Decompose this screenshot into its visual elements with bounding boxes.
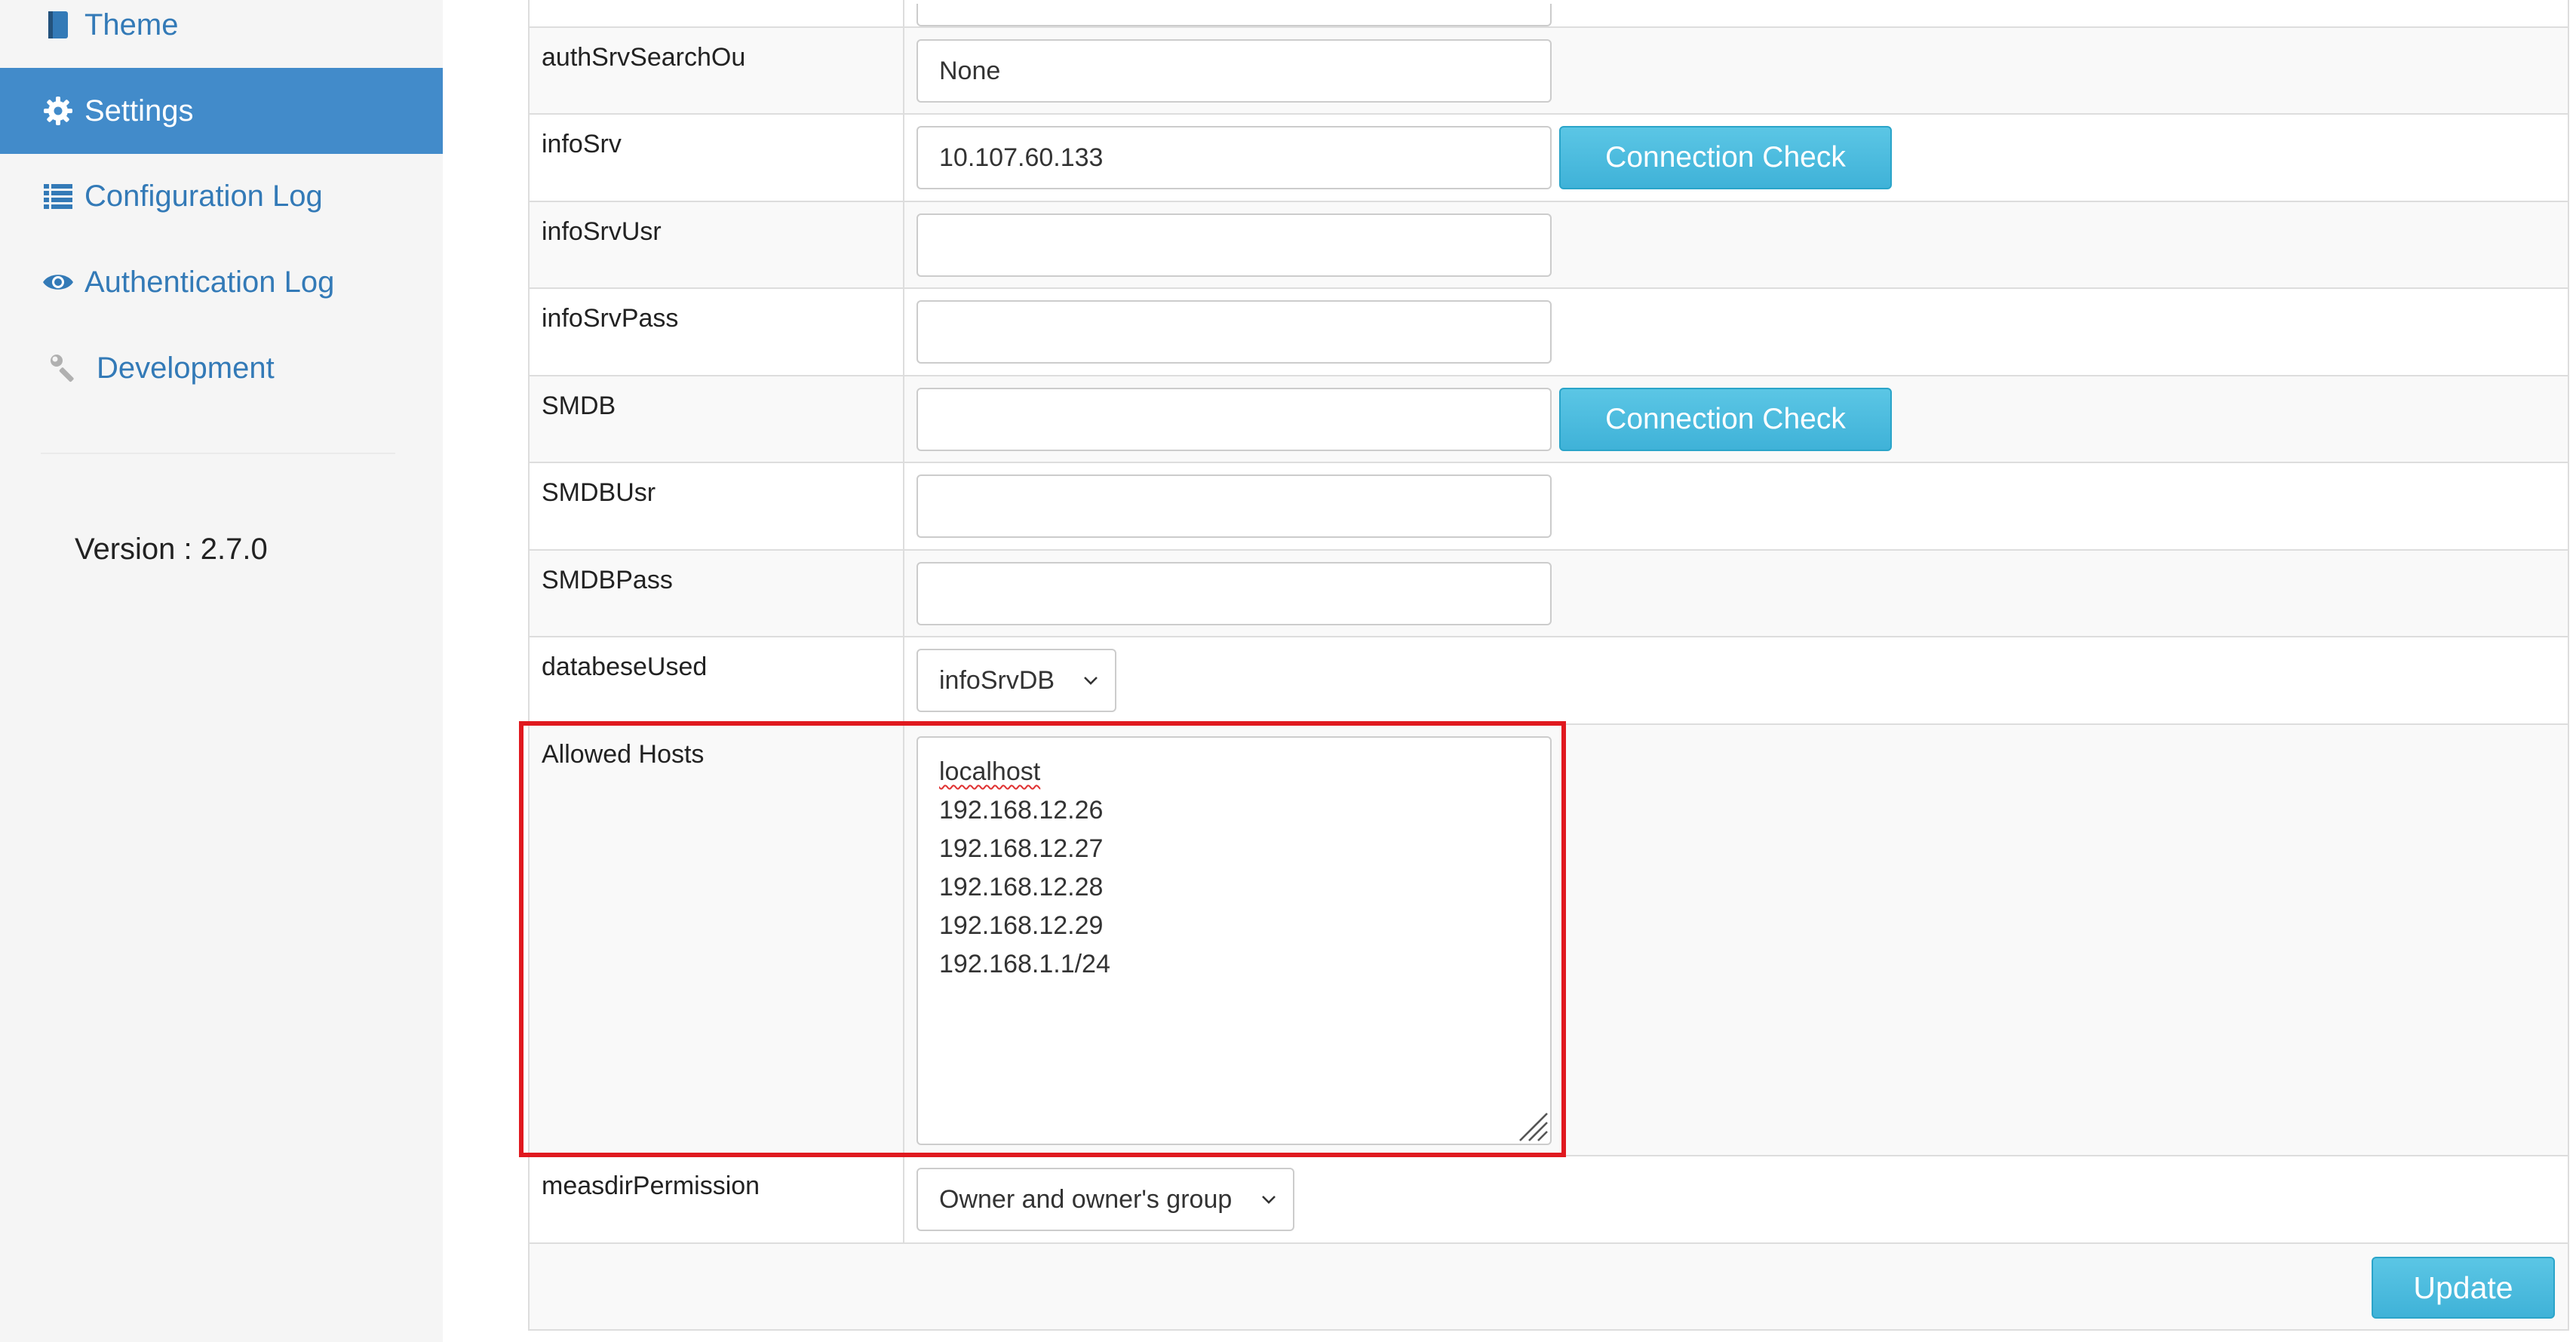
row-label xyxy=(530,0,904,26)
chevron-down-icon xyxy=(1260,1190,1278,1208)
chevron-down-icon xyxy=(1082,671,1100,689)
textarea-line: localhost xyxy=(939,757,1041,786)
sidebar-divider xyxy=(41,453,395,454)
table-row-smdb: SMDB Connection Check xyxy=(530,376,2568,463)
table-row-infosrv: infoSrv Connection Check xyxy=(530,115,2568,202)
sidebar-item-settings[interactable]: Settings xyxy=(0,68,443,154)
select-value: infoSrvDB xyxy=(939,665,1055,695)
row-label: SMDBPass xyxy=(530,551,904,636)
sidebar-item-label: Theme xyxy=(84,8,179,41)
list-icon xyxy=(41,179,75,213)
sidebar: Theme Settings Configuration Log Authent… xyxy=(0,0,443,1342)
textarea-line: 192.168.12.26 xyxy=(939,796,1104,825)
row-value xyxy=(904,202,2568,287)
smdb-connection-check-button[interactable]: Connection Check xyxy=(1559,388,1892,451)
table-footer-row: Update xyxy=(530,1244,2568,1331)
row-label: measdirPermission xyxy=(530,1156,904,1242)
smdbpass-input[interactable] xyxy=(916,562,1552,625)
book-icon xyxy=(41,8,75,42)
sidebar-item-configuration-log[interactable]: Configuration Log xyxy=(0,153,443,239)
sidebar-item-authentication-log[interactable]: Authentication Log xyxy=(0,239,443,325)
text-input[interactable] xyxy=(916,4,1552,26)
row-value xyxy=(904,463,2568,549)
databeseused-select[interactable]: infoSrvDB xyxy=(916,649,1116,712)
settings-page: Theme Settings Configuration Log Authent… xyxy=(0,0,2576,1342)
textarea-line: 192.168.12.28 xyxy=(939,873,1104,901)
row-value xyxy=(904,0,2568,26)
row-value xyxy=(904,551,2568,636)
sidebar-item-label: Settings xyxy=(84,94,194,127)
version-label: Version : 2.7.0 xyxy=(75,533,268,566)
row-label: infoSrvPass xyxy=(530,289,904,375)
table-row-databeseused: databeseUsed infoSrvDB xyxy=(530,637,2568,725)
allowed-hosts-textarea[interactable]: localhost 192.168.12.26 192.168.12.27 19… xyxy=(916,736,1552,1145)
row-label: SMDBUsr xyxy=(530,463,904,549)
eye-icon xyxy=(41,265,75,299)
row-label: SMDB xyxy=(530,376,904,462)
row-value: Connection Check xyxy=(904,115,2568,201)
sidebar-item-theme[interactable]: Theme xyxy=(0,0,443,68)
row-value: Connection Check xyxy=(904,376,2568,462)
infosrvusr-input[interactable] xyxy=(916,213,1552,277)
textarea-line: 192.168.12.29 xyxy=(939,911,1104,940)
measdirpermission-select[interactable]: Owner and owner's group xyxy=(916,1168,1294,1231)
wrench-icon xyxy=(47,351,81,385)
infosrvpass-input[interactable] xyxy=(916,300,1552,364)
authsrvsearchou-input[interactable] xyxy=(916,39,1552,103)
row-value: Owner and owner's group xyxy=(904,1156,2568,1242)
textarea-line: 192.168.1.1/24 xyxy=(939,950,1110,978)
select-value: Owner and owner's group xyxy=(939,1184,1233,1214)
smdb-input[interactable] xyxy=(916,388,1552,451)
table-row-authsrvsearchou: authSrvSearchOu xyxy=(530,28,2568,115)
sidebar-item-label: Configuration Log xyxy=(84,179,323,213)
resize-grip-icon[interactable] xyxy=(1515,1109,1549,1142)
table-row-smdbusr: SMDBUsr xyxy=(530,463,2568,551)
sidebar-item-development[interactable]: Development xyxy=(0,325,443,411)
update-button[interactable]: Update xyxy=(2372,1257,2555,1319)
row-label: databeseUsed xyxy=(530,637,904,723)
row-label: Allowed Hosts xyxy=(530,725,904,1155)
sidebar-item-label: Authentication Log xyxy=(84,265,335,299)
infosrv-connection-check-button[interactable]: Connection Check xyxy=(1559,126,1892,189)
settings-table: authSrvSearchOu infoSrv Connection Check… xyxy=(528,0,2569,1331)
row-value: infoSrvDB xyxy=(904,637,2568,723)
table-row-measdirpermission: measdirPermission Owner and owner's grou… xyxy=(530,1156,2568,1244)
row-label: infoSrv xyxy=(530,115,904,201)
table-row-infosrvpass: infoSrvPass xyxy=(530,289,2568,376)
smdbusr-input[interactable] xyxy=(916,474,1552,538)
table-row xyxy=(530,0,2568,28)
sidebar-item-label: Development xyxy=(97,351,275,385)
row-value xyxy=(904,28,2568,113)
row-value xyxy=(904,289,2568,375)
infosrv-input[interactable] xyxy=(916,126,1552,189)
table-row-allowed-hosts: Allowed Hosts localhost 192.168.12.26 19… xyxy=(530,725,2568,1156)
table-row-smdbpass: SMDBPass xyxy=(530,551,2568,637)
row-label: authSrvSearchOu xyxy=(530,28,904,113)
table-row-infosrvusr: infoSrvUsr xyxy=(530,202,2568,289)
gear-icon xyxy=(41,94,75,128)
textarea-line: 192.168.12.27 xyxy=(939,834,1104,863)
row-label: infoSrvUsr xyxy=(530,202,904,287)
row-value: localhost 192.168.12.26 192.168.12.27 19… xyxy=(904,725,2568,1155)
